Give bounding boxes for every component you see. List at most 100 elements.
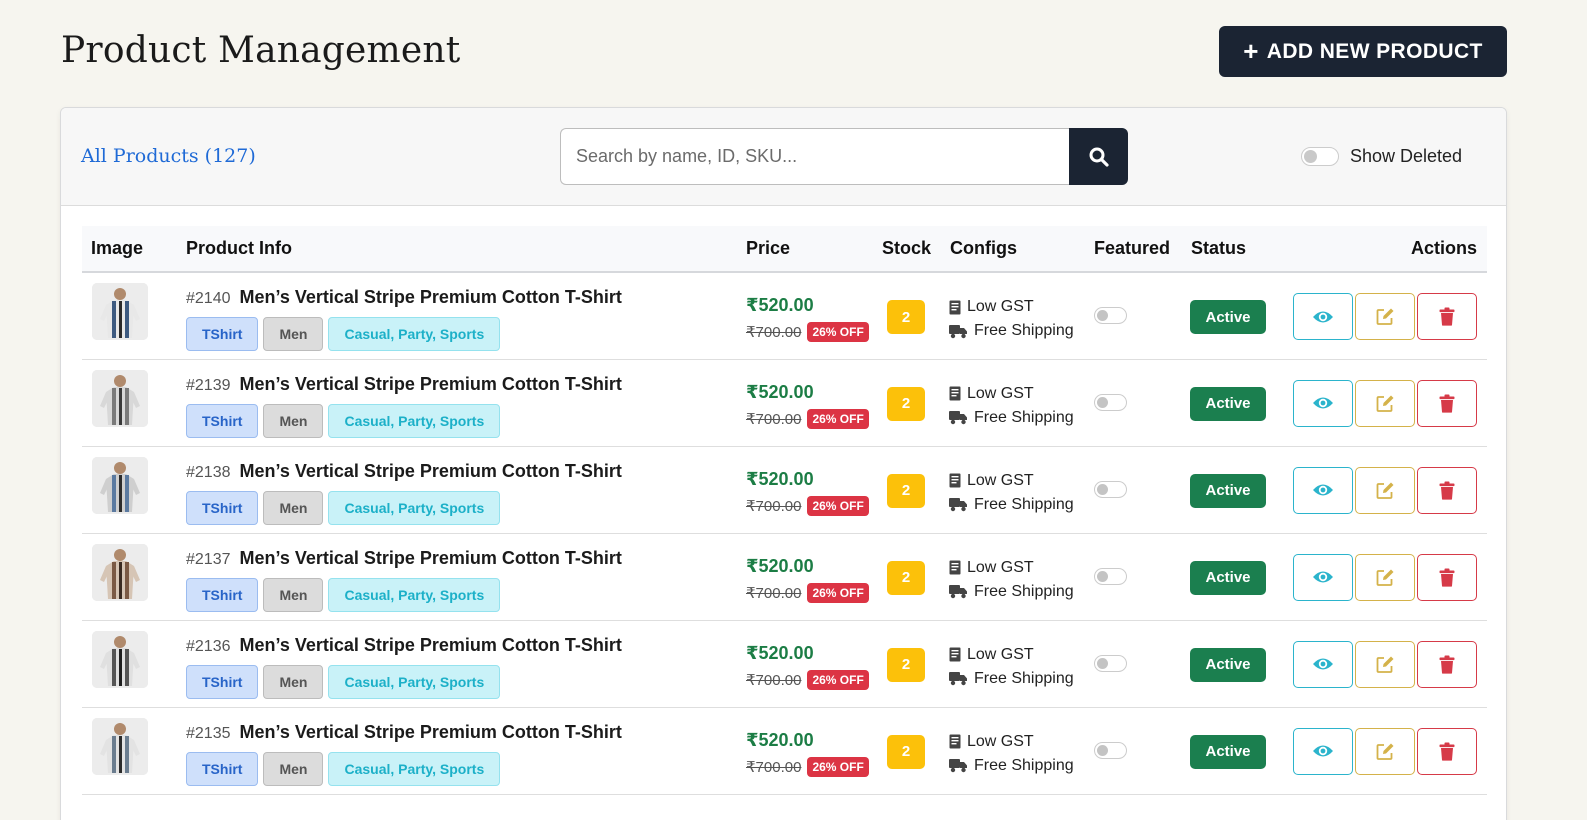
table-row: #2135 Men’s Vertical Stripe Premium Cott… <box>82 707 1487 794</box>
gst-label: Low GST <box>967 471 1034 489</box>
search-input[interactable] <box>560 128 1069 185</box>
edit-button[interactable] <box>1355 293 1415 340</box>
product-name[interactable]: Men’s Vertical Stripe Premium Cotton T-S… <box>240 722 622 743</box>
featured-cell <box>1085 359 1182 446</box>
featured-toggle[interactable] <box>1094 654 1127 672</box>
configs-cell: Low GST Free Shipping <box>941 533 1085 620</box>
eye-icon <box>1313 311 1333 322</box>
product-thumbnail[interactable] <box>92 369 148 427</box>
current-price: ₹520.00 <box>746 468 814 489</box>
product-name[interactable]: Men’s Vertical Stripe Premium Cotton T-S… <box>240 287 622 308</box>
edit-button[interactable] <box>1355 379 1415 427</box>
view-button[interactable] <box>1293 553 1353 601</box>
view-button[interactable] <box>1293 727 1353 775</box>
delete-button[interactable] <box>1417 379 1477 427</box>
add-new-product-button[interactable]: + ADD NEW PRODUCT <box>1219 26 1507 77</box>
product-thumbnail[interactable] <box>92 283 148 340</box>
product-id: #2140 <box>186 290 231 307</box>
featured-cell <box>1085 446 1182 533</box>
featured-cell <box>1085 533 1182 620</box>
stock-cell: 2 <box>873 620 941 707</box>
product-name[interactable]: Men’s Vertical Stripe Premium Cotton T-S… <box>240 548 622 569</box>
status-cell: Active <box>1182 707 1277 794</box>
current-price: ₹520.00 <box>746 381 814 402</box>
edit-icon <box>1376 656 1393 673</box>
actions-cell <box>1277 272 1487 359</box>
product-id: #2135 <box>186 724 231 742</box>
featured-toggle[interactable] <box>1094 567 1127 585</box>
add-new-product-label: ADD NEW PRODUCT <box>1266 39 1483 63</box>
product-name[interactable]: Men’s Vertical Stripe Premium Cotton T-S… <box>240 374 622 395</box>
stock-badge: 2 <box>887 734 925 769</box>
trash-icon <box>1439 568 1455 587</box>
featured-toggle[interactable] <box>1094 741 1127 759</box>
eye-icon <box>1313 745 1333 757</box>
actions-cell <box>1277 620 1487 707</box>
gst-label: Low GST <box>967 384 1034 402</box>
all-products-link[interactable]: All Products (127) <box>81 145 256 167</box>
product-thumbnail[interactable] <box>92 543 148 601</box>
product-thumbnail[interactable] <box>92 456 148 514</box>
discount-badge: 26% OFF <box>807 322 869 342</box>
view-button[interactable] <box>1293 466 1353 514</box>
receipt-icon <box>949 560 961 575</box>
price-cell: ₹520.00 ₹700.00 26% OFF <box>737 359 873 446</box>
table-row: #2140 Men’s Vertical Stripe Premium Cott… <box>82 272 1487 359</box>
discount-badge: 26% OFF <box>807 669 869 690</box>
delete-button[interactable] <box>1417 293 1477 340</box>
trash-icon <box>1439 742 1455 761</box>
featured-toggle[interactable] <box>1094 307 1127 324</box>
current-price: ₹520.00 <box>746 729 814 750</box>
column-header-product-info: Product Info <box>186 238 292 258</box>
gender-tag: Men <box>263 403 324 438</box>
actions-cell <box>1277 707 1487 794</box>
show-deleted-toggle[interactable] <box>1301 147 1339 166</box>
current-price: ₹520.00 <box>746 555 814 576</box>
edit-button[interactable] <box>1355 553 1415 601</box>
configs-cell: Low GST Free Shipping <box>941 620 1085 707</box>
product-name[interactable]: Men’s Vertical Stripe Premium Cotton T-S… <box>240 635 622 656</box>
gst-label: Low GST <box>967 558 1034 576</box>
edit-icon <box>1376 743 1393 760</box>
product-thumbnail[interactable] <box>92 630 148 688</box>
delete-button[interactable] <box>1417 727 1477 775</box>
stock-badge: 2 <box>887 300 925 334</box>
delete-button[interactable] <box>1417 466 1477 514</box>
edit-button[interactable] <box>1355 640 1415 688</box>
occasion-tag: Casual, Party, Sports <box>328 317 501 351</box>
actions-cell <box>1277 446 1487 533</box>
trash-icon <box>1439 655 1455 674</box>
category-tag: TShirt <box>186 490 259 525</box>
receipt-icon <box>949 473 961 488</box>
truck-icon <box>949 411 967 425</box>
gender-tag: Men <box>263 577 324 612</box>
gst-label: Low GST <box>967 298 1034 315</box>
gender-tag: Men <box>263 664 324 699</box>
view-button[interactable] <box>1293 293 1353 340</box>
edit-button[interactable] <box>1355 727 1415 775</box>
occasion-tag: Casual, Party, Sports <box>328 490 501 525</box>
delete-button[interactable] <box>1417 553 1477 601</box>
search-button[interactable] <box>1069 128 1128 185</box>
current-price: ₹520.00 <box>746 295 814 315</box>
view-button[interactable] <box>1293 640 1353 688</box>
configs-cell: Low GST Free Shipping <box>941 272 1085 359</box>
category-tag: TShirt <box>186 403 259 438</box>
status-badge: Active <box>1190 300 1266 334</box>
status-badge: Active <box>1190 560 1266 595</box>
category-tag: TShirt <box>186 664 259 699</box>
actions-cell <box>1277 533 1487 620</box>
shipping-label: Free Shipping <box>974 322 1074 339</box>
product-thumbnail[interactable] <box>92 717 148 775</box>
featured-toggle[interactable] <box>1094 480 1127 498</box>
eye-icon <box>1313 484 1333 496</box>
receipt-icon <box>949 647 961 662</box>
featured-toggle[interactable] <box>1094 393 1127 411</box>
original-price: ₹700.00 <box>746 671 802 689</box>
image-cell <box>82 707 177 794</box>
edit-button[interactable] <box>1355 466 1415 514</box>
original-price: ₹700.00 <box>746 497 802 515</box>
product-name[interactable]: Men’s Vertical Stripe Premium Cotton T-S… <box>240 461 622 482</box>
view-button[interactable] <box>1293 379 1353 427</box>
delete-button[interactable] <box>1417 640 1477 688</box>
